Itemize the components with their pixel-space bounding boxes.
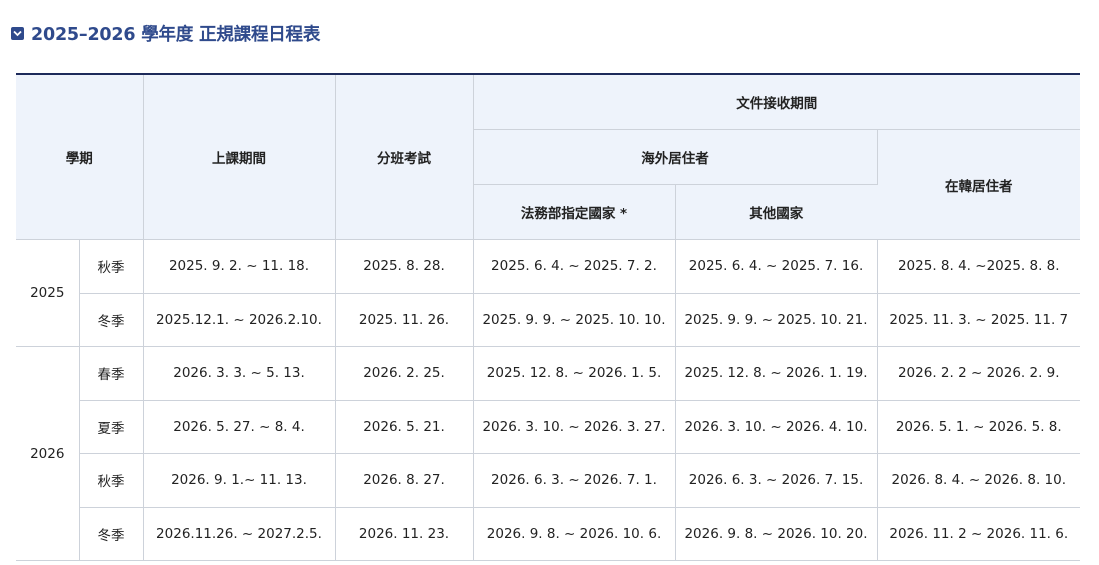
class-period-cell: 2025.12.1. ~ 2026.2.10.: [143, 293, 336, 347]
season-cell: 秋季: [79, 453, 144, 508]
placement-test-cell: 2026. 11. 23.: [335, 507, 474, 561]
moj-period-cell: 2026. 6. 3. ~ 2026. 7. 1.: [473, 453, 676, 508]
class-period-cell: 2026. 3. 3. ~ 5. 13.: [143, 346, 336, 401]
placement-test-cell: 2026. 8. 27.: [335, 453, 474, 508]
other-period-cell: 2026. 6. 3. ~ 2026. 7. 15.: [675, 453, 878, 508]
header-other-countries: 其他國家: [675, 184, 877, 240]
page-title: 2025–2026 學年度 正規課程日程表: [31, 25, 321, 45]
moj-period-cell: 2025. 12. 8. ~ 2026. 1. 5.: [473, 346, 676, 401]
other-period-cell: 2025. 9. 9. ~ 2025. 10. 21.: [675, 293, 878, 347]
table-row: 冬季 2025.12.1. ~ 2026.2.10. 2025. 11. 26.…: [16, 293, 1081, 347]
korea-period-cell: 2025. 11. 3. ~ 2025. 11. 7: [877, 293, 1081, 347]
chevron-down-icon[interactable]: [11, 27, 24, 40]
table-row: 2025 秋季 2025. 9. 2. ~ 11. 18. 2025. 8. 2…: [16, 239, 1081, 347]
header-class-period: 上課期間: [143, 74, 336, 240]
table-row: 冬季 2026.11.26. ~ 2027.2.5. 2026. 11. 23.…: [16, 507, 1081, 561]
header-placement-test: 分班考試: [335, 74, 474, 240]
header-overseas-resident: 海外居住者: [473, 129, 878, 185]
year-cell: 2025: [16, 239, 80, 347]
season-cell: 冬季: [79, 507, 144, 561]
korea-period-cell: 2026. 8. 4. ~ 2026. 8. 10.: [877, 453, 1081, 508]
moj-period-cell: 2026. 9. 8. ~ 2026. 10. 6.: [473, 507, 676, 561]
season-cell: 秋季: [79, 239, 144, 294]
season-cell: 春季: [79, 346, 144, 401]
korea-period-cell: 2026. 11. 2 ~ 2026. 11. 6.: [877, 507, 1081, 561]
other-period-cell: 2026. 9. 8. ~ 2026. 10. 20.: [675, 507, 878, 561]
placement-test-cell: 2025. 8. 28.: [335, 239, 474, 294]
header-korea-resident: 在韓居住者: [877, 129, 1081, 240]
korea-period-cell: 2026. 5. 1. ~ 2026. 5. 8.: [877, 400, 1081, 454]
other-period-cell: 2025. 12. 8. ~ 2026. 1. 19.: [675, 346, 878, 401]
section-header: 2025–2026 學年度 正規課程日程表: [11, 21, 320, 46]
other-period-cell: 2026. 3. 10. ~ 2026. 4. 10.: [675, 400, 878, 454]
placement-test-cell: 2025. 11. 26.: [335, 293, 474, 347]
class-period-cell: 2025. 9. 2. ~ 11. 18.: [143, 239, 336, 294]
year-cell: 2026: [16, 346, 80, 561]
season-cell: 夏季: [79, 400, 144, 454]
header-moj-countries: 法務部指定國家 *: [473, 184, 676, 240]
header-semester: 學期: [16, 74, 144, 240]
class-period-cell: 2026. 9. 1.~ 11. 13.: [143, 453, 336, 508]
moj-period-cell: 2025. 6. 4. ~ 2025. 7. 2.: [473, 239, 676, 294]
header-document-period: 文件接收期間: [473, 74, 1081, 130]
schedule-table: 學期 上課期間 分班考試 文件接收期間 海外居住者 在韓居住者 法務部指定國家 …: [16, 73, 1081, 561]
placement-test-cell: 2026. 2. 25.: [335, 346, 474, 401]
table-row: 夏季 2026. 5. 27. ~ 8. 4. 2026. 5. 21. 202…: [16, 400, 1081, 454]
table-row: 2026 春季 2026. 3. 3. ~ 5. 13. 2026. 2. 25…: [16, 346, 1081, 561]
other-period-cell: 2025. 6. 4. ~ 2025. 7. 16.: [675, 239, 878, 294]
season-cell: 冬季: [79, 293, 144, 347]
korea-period-cell: 2025. 8. 4. ~2025. 8. 8.: [877, 239, 1081, 294]
table-row: 秋季 2026. 9. 1.~ 11. 13. 2026. 8. 27. 202…: [16, 453, 1081, 508]
class-period-cell: 2026. 5. 27. ~ 8. 4.: [143, 400, 336, 454]
moj-period-cell: 2026. 3. 10. ~ 2026. 3. 27.: [473, 400, 676, 454]
class-period-cell: 2026.11.26. ~ 2027.2.5.: [143, 507, 336, 561]
korea-period-cell: 2026. 2. 2 ~ 2026. 2. 9.: [877, 346, 1081, 401]
moj-period-cell: 2025. 9. 9. ~ 2025. 10. 10.: [473, 293, 676, 347]
placement-test-cell: 2026. 5. 21.: [335, 400, 474, 454]
